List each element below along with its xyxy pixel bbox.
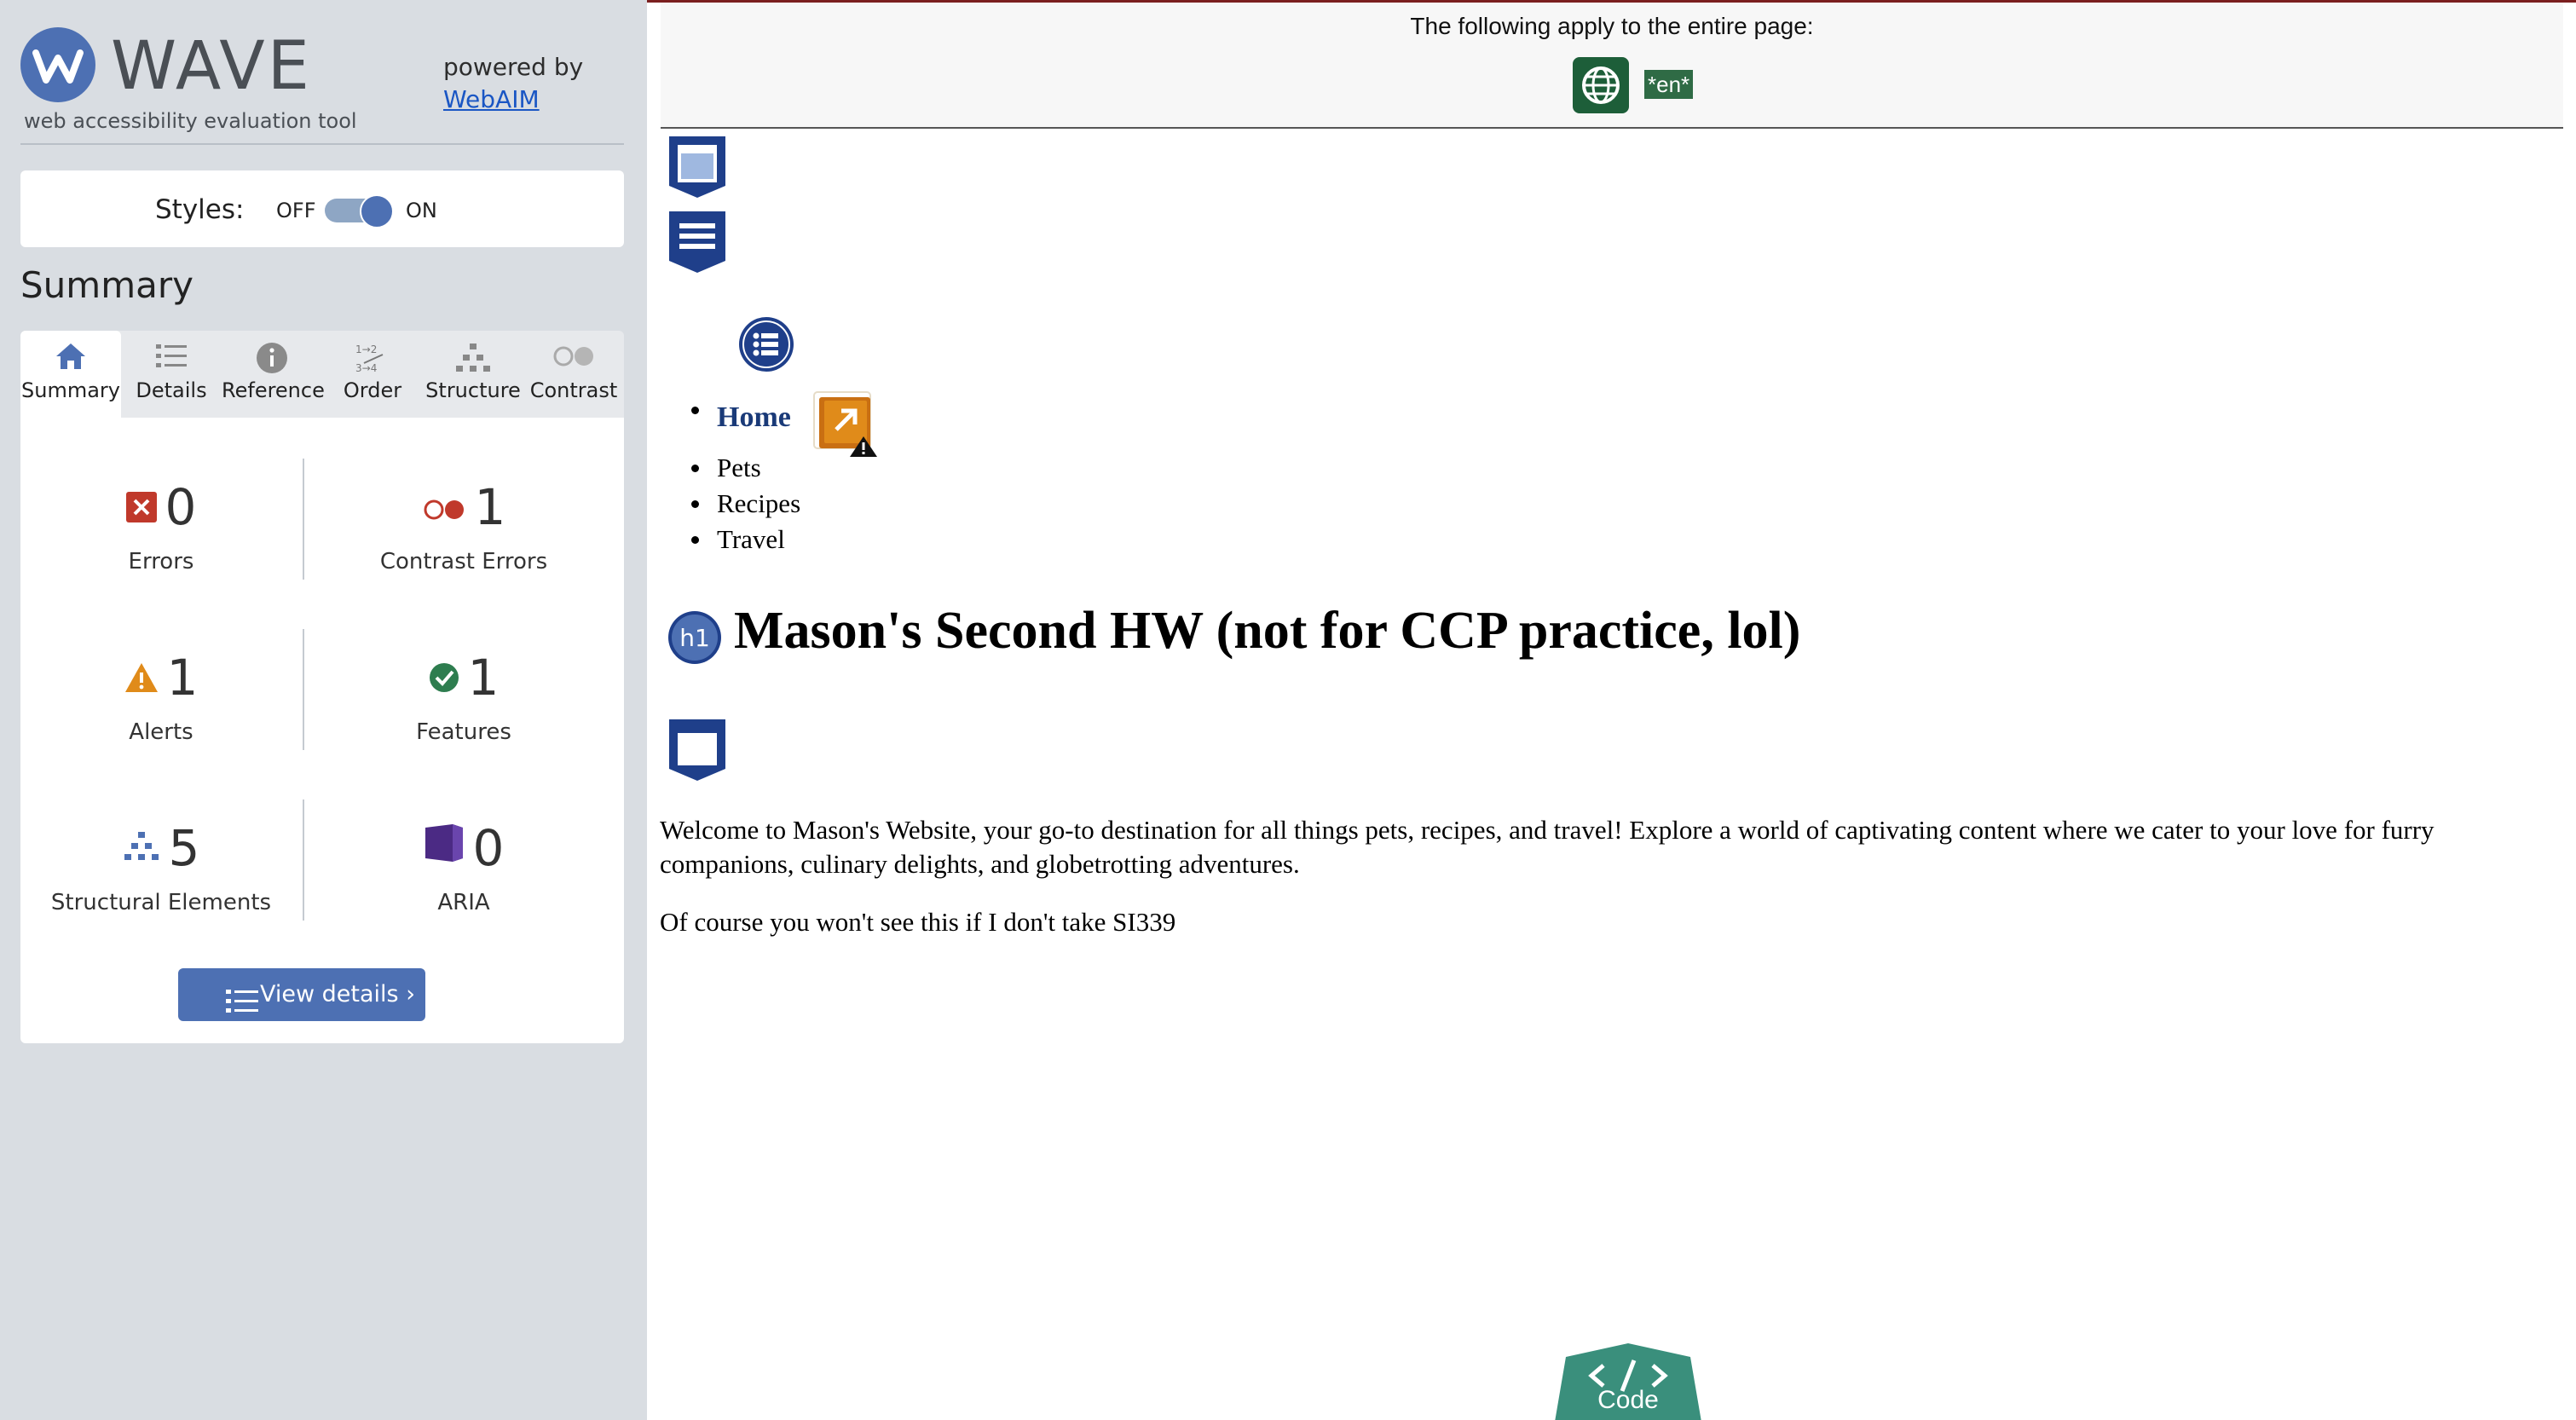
code-toggle-button[interactable]: Code [1549, 1342, 1707, 1420]
structure-icon [423, 331, 523, 373]
summary-heading: Summary [20, 264, 193, 306]
errors-count: 0 [165, 478, 197, 536]
tab-reference[interactable]: Reference [222, 331, 325, 418]
wave-tagline: web accessibility evaluation tool [24, 109, 357, 133]
tab-label: Summary [21, 378, 120, 402]
aria-icon [424, 817, 465, 876]
alerts-count: 1 [166, 649, 199, 707]
error-icon [125, 476, 157, 535]
redundant-link-alert-icon[interactable] [812, 390, 881, 462]
features-label: Features [416, 719, 511, 745]
errors-label: Errors [128, 548, 194, 574]
tab-label: Reference [222, 378, 325, 402]
nav-item-travel: Travel [717, 524, 785, 554]
styles-toggle-knob[interactable] [360, 194, 394, 228]
stat-errors[interactable]: 0 Errors [20, 477, 302, 574]
list-icon [226, 982, 260, 1035]
main-landmark-icon[interactable] [666, 718, 729, 786]
contrast-icon [523, 331, 624, 373]
structural-count: 5 [168, 819, 200, 877]
stat-alerts[interactable]: 1 Alerts [20, 648, 302, 745]
tab-order[interactable]: 1→2 3→4 Order [322, 331, 423, 418]
code-label: Code [1597, 1386, 1659, 1414]
list-item: Travel [690, 522, 800, 557]
stat-structural-elements[interactable]: 5 Structural Elements [20, 818, 302, 915]
stat-contrast-errors[interactable]: 1 Contrast Errors [323, 477, 604, 574]
list-icon [121, 331, 222, 373]
list-item: Home [690, 392, 800, 450]
styles-on-label: ON [406, 199, 437, 222]
home-link[interactable]: Home [717, 401, 791, 433]
h1-badge-text: h1 [679, 624, 710, 652]
wave-sidebar: WAVE web accessibility evaluation tool p… [0, 0, 647, 1420]
contrast-errors-count: 1 [474, 478, 506, 536]
alerts-label: Alerts [129, 719, 193, 745]
banner-text: The following apply to the entire page: [1410, 13, 1814, 39]
features-count: 1 [467, 649, 500, 707]
tab-label: Structure [425, 378, 521, 402]
h1-badge-icon[interactable]: h1 [667, 609, 722, 669]
contrast-errors-label: Contrast Errors [379, 548, 548, 574]
contrast-error-icon [422, 476, 466, 535]
stat-divider [303, 629, 304, 750]
tab-structure[interactable]: Structure [423, 331, 523, 418]
view-details-button[interactable]: View details › [178, 968, 425, 1021]
header-landmark-icon[interactable] [666, 135, 729, 203]
tab-label: Contrast [529, 378, 618, 402]
info-icon [222, 331, 322, 373]
feature-icon [429, 646, 459, 706]
alert-icon [124, 646, 159, 706]
home-icon [20, 331, 121, 373]
tab-label: Details [136, 378, 207, 402]
sidebar-divider [20, 143, 624, 145]
stat-divider [303, 459, 304, 580]
stat-features[interactable]: 1 Features [323, 648, 604, 745]
nav-item-recipes: Recipes [717, 488, 801, 518]
powered-by: powered by WebAIM [443, 51, 583, 116]
unordered-list-icon[interactable] [737, 315, 795, 377]
aria-count: 0 [472, 819, 505, 877]
svg-text:3→4: 3→4 [355, 362, 377, 374]
page-heading: Mason's Second HW (not for CCP practice,… [734, 602, 1801, 660]
panel-tabs: Summary Details Reference 1→2 3→4 Order … [20, 331, 624, 418]
structure-icon [123, 817, 160, 876]
tab-details[interactable]: Details [121, 331, 222, 418]
stat-aria[interactable]: 0 ARIA [323, 818, 604, 915]
page-level-banner: The following apply to the entire page: … [661, 3, 2563, 129]
tab-label: Order [343, 378, 402, 402]
aria-label: ARIA [437, 889, 490, 915]
wave-logo-icon [20, 27, 95, 102]
language-tag[interactable]: *en* [1644, 70, 1694, 99]
order-icon: 1→2 3→4 [322, 331, 423, 374]
structural-label: Structural Elements [50, 889, 272, 915]
styles-off-label: OFF [276, 199, 316, 222]
webaim-link[interactable]: WebAIM [443, 84, 583, 116]
styles-label: Styles: [155, 194, 245, 225]
powered-by-text: powered by [443, 53, 584, 81]
globe-icon[interactable] [1573, 57, 1629, 113]
summary-panel: 0 Errors 1 Contrast Errors 1 Alerts 1 Fe… [20, 418, 624, 1043]
tab-summary[interactable]: Summary [20, 331, 121, 418]
svg-text:1→2: 1→2 [355, 343, 377, 355]
navigation-landmark-icon[interactable] [666, 210, 729, 278]
styles-toggle-card: Styles: OFF ON [20, 170, 624, 247]
view-details-label: View details › [260, 981, 415, 1007]
list-item: Recipes [690, 486, 801, 522]
list-item: Pets [690, 450, 800, 486]
site-nav-list: Home Pets Recipes Travel [690, 392, 801, 557]
nav-item-pets: Pets [717, 453, 761, 482]
wave-logo-text: WAVE [111, 28, 312, 105]
evaluated-page: The following apply to the entire page: … [647, 0, 2576, 1420]
note-paragraph: Of course you won't see this if I don't … [660, 907, 1176, 937]
stat-divider [303, 799, 304, 921]
tab-contrast[interactable]: Contrast [523, 331, 624, 418]
intro-paragraph: Welcome to Mason's Website, your go-to d… [660, 815, 2434, 879]
